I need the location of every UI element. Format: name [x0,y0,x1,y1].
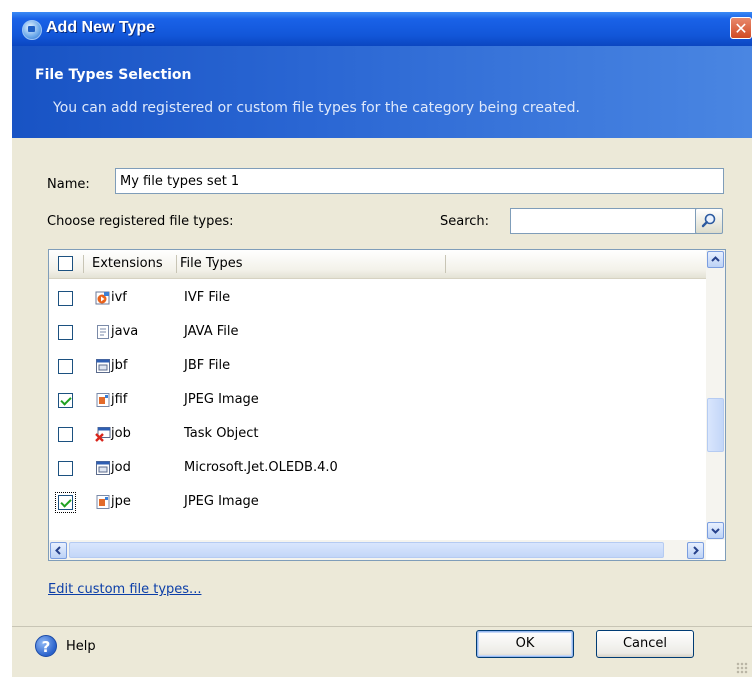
chevron-left-icon [55,546,61,555]
scroll-thumb-vertical[interactable] [707,398,724,452]
footer-divider [12,626,752,627]
image-file-icon [95,392,111,408]
header-banner: File Types Selection You can add registe… [12,46,752,138]
search-button[interactable] [695,208,723,234]
list-item[interactable]: jpe JPEG Image [49,486,706,520]
image-file-icon [95,494,111,510]
banner-title: File Types Selection [35,67,192,83]
vertical-scrollbar[interactable] [706,250,725,540]
list-item[interactable]: java JAVA File [49,316,706,350]
search-input[interactable] [510,208,697,234]
select-all-checkbox[interactable] [58,256,73,271]
list-item[interactable]: jbf JBF File [49,350,706,384]
scroll-up-button[interactable] [707,251,724,268]
add-new-type-dialog: Add New Type ✕ File Types Selection You … [12,12,752,677]
resize-grip[interactable] [736,662,748,674]
search-icon [701,213,716,228]
extension-cell: jbf [111,358,128,373]
row-checkbox[interactable] [58,359,73,374]
app-icon [22,20,42,40]
row-checkbox[interactable] [58,325,73,340]
file-type-cell: Task Object [184,426,259,441]
app-file-icon [95,358,111,374]
list-header: Extensions File Types [49,250,706,279]
extension-cell: jpe [111,494,131,509]
banner-subtitle: You can add registered or custom file ty… [53,100,581,116]
file-type-cell: IVF File [184,290,231,305]
chevron-down-icon [711,528,720,534]
list-item[interactable]: job Task Object [49,418,706,452]
column-header-extensions[interactable]: Extensions [92,256,163,271]
chevron-right-icon [693,546,699,555]
row-checkbox[interactable] [58,393,73,408]
scroll-right-button[interactable] [687,542,704,559]
task-file-icon [95,426,111,442]
window-title: Add New Type [46,19,156,36]
media-file-icon [95,290,111,306]
extension-cell: ivf [111,290,127,305]
name-input[interactable] [115,168,724,194]
scroll-left-button[interactable] [50,542,67,559]
file-type-cell: JBF File [184,358,231,373]
file-type-cell: JPEG Image [184,392,259,407]
help-icon[interactable]: ? [35,635,57,657]
extension-cell: jod [111,460,131,475]
cancel-button[interactable]: Cancel [596,630,694,658]
name-label: Name: [47,177,90,192]
title-bar[interactable]: Add New Type ✕ [12,12,752,46]
search-label: Search: [440,214,490,229]
file-types-list[interactable]: Extensions File Types ivf IVF File java JAV… [48,249,726,561]
extension-cell: jfif [111,392,128,407]
horizontal-scrollbar[interactable] [49,540,706,560]
chevron-up-icon [711,256,720,262]
extension-cell: job [111,426,131,441]
scroll-thumb-horizontal[interactable] [69,542,664,558]
help-link[interactable]: Help [66,639,96,654]
scroll-down-button[interactable] [707,522,724,539]
close-button[interactable]: ✕ [730,17,752,39]
list-item[interactable]: jod Microsoft.Jet.OLEDB.4.0 [49,452,706,486]
list-item[interactable]: ivf IVF File [49,282,706,316]
row-checkbox[interactable] [58,427,73,442]
choose-types-label: Choose registered file types: [47,214,234,229]
row-checkbox[interactable] [55,492,76,513]
file-type-cell: JPEG Image [184,494,259,509]
row-checkbox[interactable] [58,461,73,476]
extension-cell: java [111,324,139,339]
file-type-cell: JAVA File [184,324,239,339]
file-type-cell: Microsoft.Jet.OLEDB.4.0 [184,460,338,475]
app-file-icon [95,460,111,476]
list-item[interactable]: jfif JPEG Image [49,384,706,418]
column-header-file-types[interactable]: File Types [180,256,243,271]
ok-button[interactable]: OK [476,630,574,658]
row-checkbox[interactable] [58,291,73,306]
edit-custom-file-types-link[interactable]: Edit custom file types... [48,582,201,597]
text-file-icon [95,324,111,340]
